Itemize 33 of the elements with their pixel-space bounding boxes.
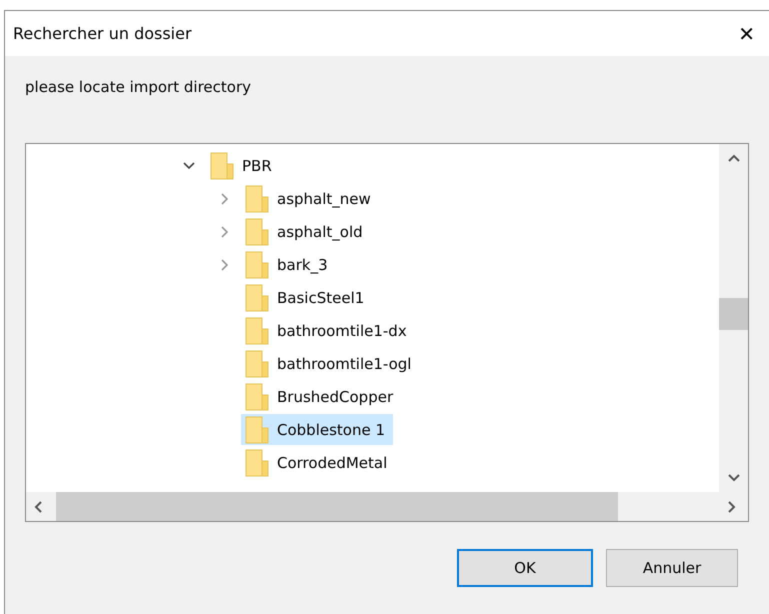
folder-icon [245, 350, 269, 378]
close-button[interactable]: ✕ [738, 22, 755, 46]
scroll-left-icon[interactable] [34, 500, 42, 512]
folder-icon [245, 284, 269, 312]
scroll-right-icon[interactable] [728, 500, 736, 512]
folder-item[interactable]: bathroomtile1-dx [241, 315, 415, 346]
scroll-thumb[interactable] [56, 492, 618, 521]
folder-item[interactable]: BrushedCopper [241, 381, 402, 412]
vertical-scrollbar[interactable] [719, 144, 748, 492]
folder-item[interactable]: Cobblestone 1 [241, 414, 394, 445]
folder-item[interactable]: CorrodedMetal [241, 447, 396, 478]
folder-icon [245, 382, 269, 410]
scroll-thumb[interactable] [719, 298, 748, 330]
folder-item[interactable]: BasicSteel1 [241, 282, 372, 313]
scroll-up-icon[interactable] [728, 154, 740, 162]
scroll-down-icon[interactable] [728, 474, 740, 482]
folder-icon [210, 152, 234, 180]
folder-icon [245, 316, 269, 344]
folder-item[interactable]: asphalt_new [241, 183, 379, 214]
folder-item[interactable]: bathroomtile1-ogl [241, 348, 420, 379]
folder-icon [245, 218, 269, 246]
folder-item[interactable]: asphalt_old [241, 216, 371, 247]
cancel-button[interactable]: Annuler [606, 549, 738, 587]
ok-button[interactable]: OK [457, 549, 593, 587]
folder-icon [245, 184, 269, 212]
folder-icon [245, 448, 269, 476]
folder-icon [245, 250, 269, 278]
window-title: Rechercher un dossier [13, 24, 192, 43]
folder-icon [245, 416, 269, 444]
prompt-text: please locate import directory [25, 78, 252, 96]
folder-item[interactable]: bark_3 [241, 249, 336, 280]
horizontal-scrollbar[interactable] [26, 492, 748, 521]
folder-item[interactable]: PBR [206, 150, 280, 181]
